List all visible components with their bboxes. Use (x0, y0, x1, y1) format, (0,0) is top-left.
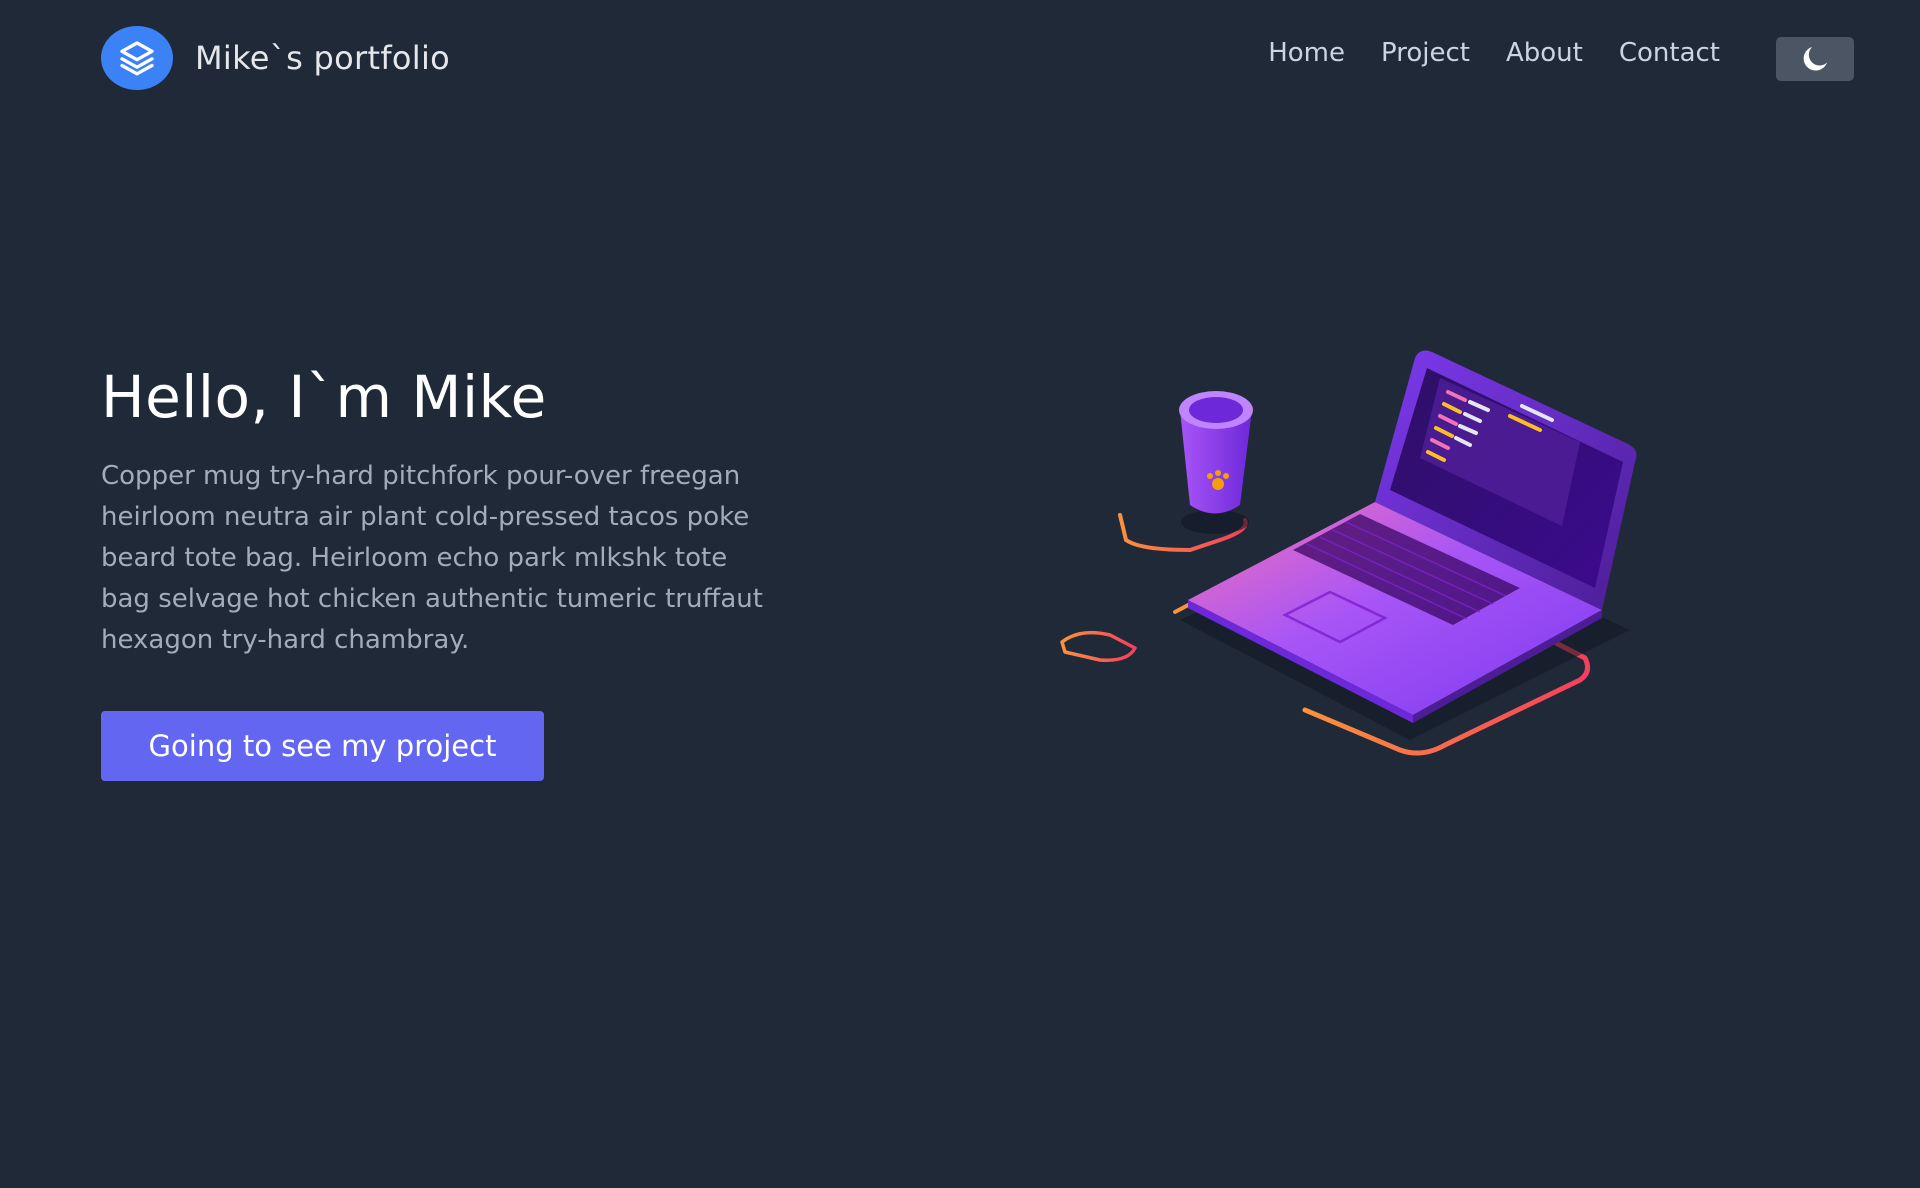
logo-link[interactable]: Mike`s portfolio (101, 26, 450, 90)
main-nav: Home Project About Contact (1268, 38, 1720, 68)
theme-toggle-button[interactable] (1776, 37, 1854, 81)
hero-title: Hello, I`m Mike (101, 363, 547, 431)
nav-contact[interactable]: Contact (1619, 38, 1720, 68)
nav-project[interactable]: Project (1381, 38, 1470, 68)
nav-about[interactable]: About (1506, 38, 1583, 68)
site-title: Mike`s portfolio (195, 39, 451, 77)
layers-icon (101, 26, 173, 90)
laptop-illustration (1060, 350, 1637, 756)
nav-home[interactable]: Home (1268, 38, 1345, 68)
see-project-button[interactable]: Going to see my project (101, 711, 544, 781)
hero-description: Copper mug try-hard pitchfork pour-over … (101, 461, 763, 655)
moon-icon (1803, 46, 1828, 71)
site-header: Mike`s portfolio Home Project About Cont… (0, 0, 1920, 118)
